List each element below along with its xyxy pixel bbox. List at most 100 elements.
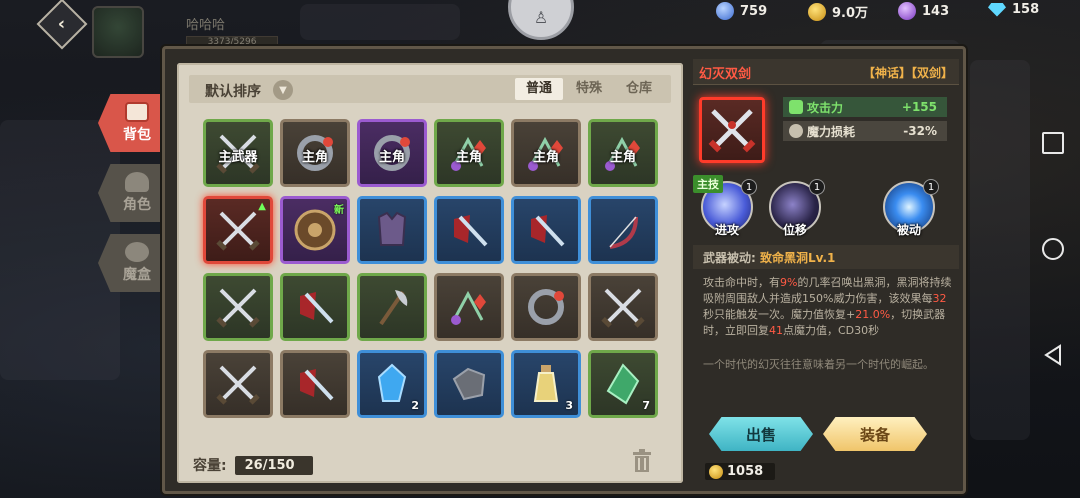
- purple-gem-icon: [898, 2, 916, 20]
- inventory-slot[interactable]: 主角: [511, 119, 581, 187]
- stat-mana-cost: 魔力损耗 -32%: [783, 121, 947, 141]
- trash-icon[interactable]: [631, 449, 653, 473]
- bow-icon: [609, 216, 638, 249]
- slot-count: 7: [642, 399, 650, 412]
- skill-dash[interactable]: 1 位移: [765, 179, 825, 238]
- slot-tag: 主角: [301, 150, 328, 165]
- item-icon: [699, 97, 765, 163]
- item-name: 幻灭双剑: [699, 67, 752, 82]
- helmet-icon: [125, 172, 149, 192]
- slot-tag: 主武器: [218, 150, 258, 165]
- crossed-swords-icon: [601, 288, 645, 328]
- item-tags: 【神话】【双剑】: [862, 66, 953, 80]
- mana-stat-icon: [789, 124, 803, 138]
- inventory-slot[interactable]: 2: [357, 350, 427, 418]
- system-back-button[interactable]: [1042, 344, 1064, 366]
- item-grid: 主武器 主角 主角 主角 主角 主角 ▲ 新 2 3 7: [203, 119, 663, 418]
- crossed-swords-icon: [216, 365, 260, 405]
- ring-icon: [528, 289, 564, 325]
- weapon-passive-title: 武器被动: 致命黑洞Lv.1: [693, 245, 959, 269]
- inventory-slot[interactable]: [588, 273, 658, 341]
- sort-bar: 默认排序 ▼ 普通 特殊 仓库: [189, 75, 671, 103]
- axe-icon: [379, 290, 408, 326]
- currency-diamond: 158: [988, 2, 1039, 17]
- chevron-down-icon[interactable]: ▼: [273, 80, 293, 100]
- inventory-slot[interactable]: [434, 273, 504, 341]
- inventory-slot[interactable]: 7: [588, 350, 658, 418]
- new-badge: 新: [334, 205, 344, 216]
- backpack-icon: [125, 102, 149, 122]
- slot-count: 2: [411, 399, 419, 412]
- inventory-slot[interactable]: [588, 196, 658, 264]
- upgrade-arrow-icon: ▲: [258, 201, 266, 212]
- slot-tag: 主角: [455, 150, 482, 165]
- inventory-panel: 默认排序 ▼ 普通 特殊 仓库 主武器 主角 主角 主角 主角 主角 ▲ 新 2 3 7 容量: 2…: [162, 46, 966, 494]
- sword-shield-icon: [300, 292, 334, 324]
- diamond-icon: [988, 2, 1006, 17]
- inventory-slot[interactable]: 主角: [588, 119, 658, 187]
- tab-special[interactable]: 特殊: [565, 78, 613, 100]
- inventory-slot[interactable]: 主角: [434, 119, 504, 187]
- inventory-slot[interactable]: 3: [511, 350, 581, 418]
- home-button[interactable]: [1042, 238, 1064, 260]
- sword-stat-icon: [789, 100, 803, 114]
- main-skill-badge: 主技: [693, 175, 723, 193]
- capacity-row: 容量: 26/150: [193, 455, 313, 475]
- recent-apps-button[interactable]: [1042, 132, 1064, 154]
- sell-button[interactable]: 出售: [709, 417, 813, 451]
- inventory-slot[interactable]: [434, 350, 504, 418]
- tab-warehouse[interactable]: 仓库: [615, 78, 663, 100]
- armor-icon: [377, 211, 407, 246]
- stat-attack: 攻击力 +155: [783, 97, 947, 117]
- currency-gem: 759: [716, 2, 767, 20]
- capacity-label: 容量:: [193, 458, 227, 474]
- flavor-text: 一个时代的幻灭往往意味着另一个时代的崛起。: [703, 358, 934, 371]
- gem-blue-icon: [716, 2, 734, 20]
- back-arrow-icon: ‹: [58, 13, 66, 35]
- inventory-slot[interactable]: [511, 196, 581, 264]
- inventory-slot[interactable]: 主角: [280, 119, 350, 187]
- inventory-slot[interactable]: [203, 273, 273, 341]
- currency-purple: 143: [898, 2, 949, 20]
- inventory-slot[interactable]: [357, 196, 427, 264]
- slot-tag: 主角: [378, 150, 405, 165]
- gold-coin-icon: [709, 464, 723, 479]
- sword-shield-icon: [300, 369, 334, 401]
- gem-earring-icon: [451, 290, 486, 325]
- slot-tag: 主角: [532, 150, 559, 165]
- inventory-slot[interactable]: ▲: [203, 196, 273, 264]
- inventory-slot[interactable]: 主武器: [203, 119, 273, 187]
- player-name: 哈哈哈: [186, 18, 226, 33]
- inventory-slot[interactable]: [434, 196, 504, 264]
- bell-icon: ♙: [533, 8, 549, 27]
- tab-normal[interactable]: 普通: [515, 78, 563, 100]
- sword-shield-icon: [454, 215, 488, 247]
- currency-gold: 9.0万: [808, 2, 868, 21]
- inventory-slot[interactable]: [511, 273, 581, 341]
- gold-balance: 1058: [705, 463, 776, 480]
- sword-shield-icon: [531, 215, 565, 247]
- inventory-slot[interactable]: 主角: [357, 119, 427, 187]
- equip-button[interactable]: 装备: [823, 417, 927, 451]
- inventory-slot[interactable]: 新: [280, 196, 350, 264]
- inventory-area: 默认排序 ▼ 普通 特殊 仓库 主武器 主角 主角 主角 主角 主角 ▲ 新 2 3 7 容量: 2…: [177, 63, 683, 483]
- inventory-slot[interactable]: [357, 273, 427, 341]
- item-title-row: 幻灭双剑 【神话】【双剑】: [693, 59, 959, 85]
- capacity-value: 26/150: [234, 455, 313, 475]
- crossed-swords-icon: [216, 288, 260, 328]
- sort-dropdown-label[interactable]: 默认排序: [205, 81, 261, 101]
- inventory-slot[interactable]: [203, 350, 273, 418]
- item-detail: 幻灭双剑 【神话】【双剑】 攻击力 +155 魔力损耗 -32% 主技 1 进攻…: [691, 59, 963, 489]
- player-avatar[interactable]: [92, 6, 144, 58]
- inventory-slot[interactable]: [280, 350, 350, 418]
- gem-box-icon: [125, 242, 149, 262]
- passive-description: 攻击命中时，有9%的几率召唤出黑洞，黑洞将持续吸附周围敌人并造成150%威力伤害…: [703, 276, 952, 337]
- crossed-swords-icon: [708, 109, 756, 153]
- inventory-slot[interactable]: [280, 273, 350, 341]
- skill-passive[interactable]: 1 被动: [879, 179, 939, 238]
- inventory-tabs: 普通 特殊 仓库: [515, 78, 663, 100]
- crossed-swords-icon: [216, 211, 260, 251]
- slot-count: 3: [565, 399, 573, 412]
- stone-icon: [452, 367, 486, 401]
- slot-tag: 主角: [609, 150, 636, 165]
